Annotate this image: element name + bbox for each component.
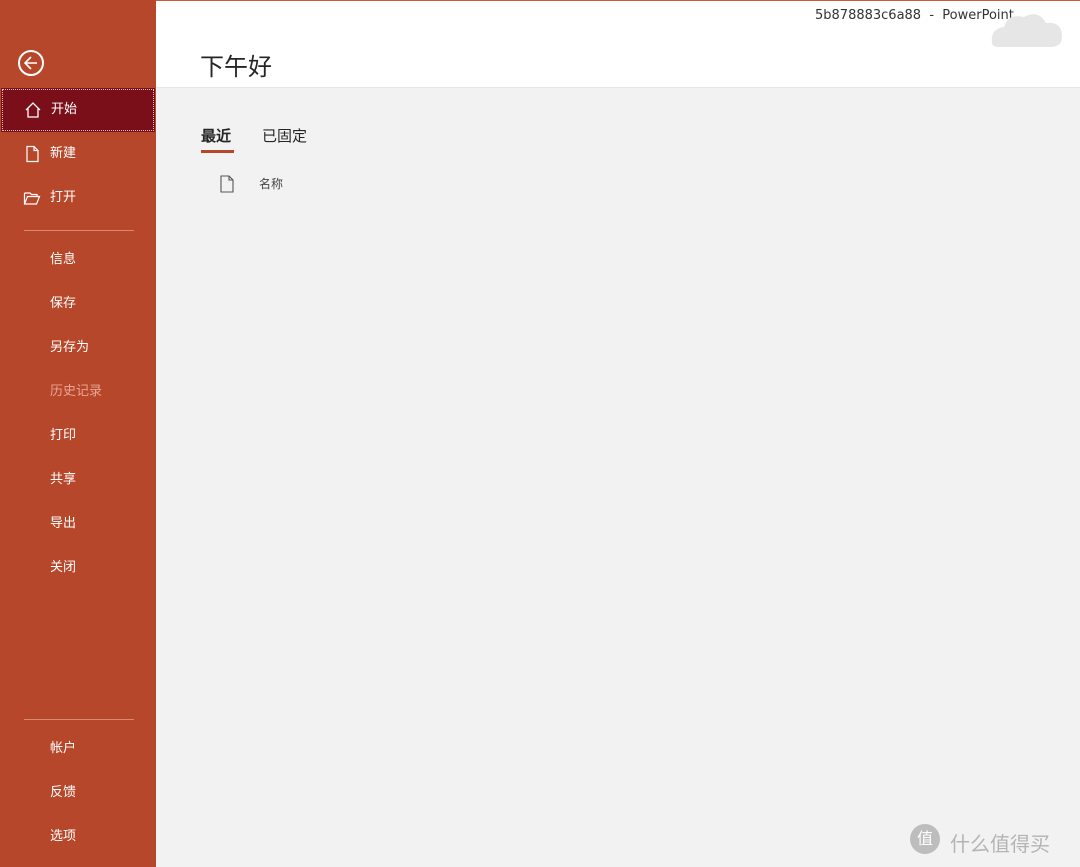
- sidebar-item-save[interactable]: 保存: [0, 282, 156, 326]
- sidebar-item-share[interactable]: 共享: [0, 458, 156, 502]
- sidebar-item-label: 另存为: [50, 340, 90, 355]
- back-arrow-icon: [24, 56, 37, 70]
- watermark: 值 什么值得买: [910, 824, 1070, 856]
- sidebar-item-new[interactable]: 新建: [0, 132, 156, 176]
- new-file-icon: [26, 145, 39, 163]
- sidebar-item-label: 共享: [50, 472, 77, 487]
- sidebar-item-label: 导出: [50, 516, 77, 531]
- sidebar-item-label: 打开: [50, 190, 77, 205]
- back-button[interactable]: [18, 50, 44, 76]
- sidebar-item-open[interactable]: 打开: [0, 176, 156, 220]
- sidebar-divider: [24, 230, 134, 231]
- backstage-sidebar: 开始 新建 打开 信息 保存 另存为 历史记录 打印 共享 导出 关闭 帐户 反…: [0, 0, 156, 867]
- sidebar-item-label: 信息: [50, 252, 77, 267]
- sidebar-item-label: 关闭: [50, 560, 77, 575]
- sidebar-item-account[interactable]: 帐户: [0, 727, 156, 771]
- watermark-logo: 值: [910, 824, 940, 854]
- sidebar-item-print[interactable]: 打印: [0, 414, 156, 458]
- sidebar-item-label: 开始: [51, 102, 78, 117]
- page-title: 下午好: [200, 53, 272, 81]
- header: 5b878883c6a88 - PowerPoint 下午好: [156, 0, 1080, 88]
- sidebar-item-feedback[interactable]: 反馈: [0, 771, 156, 815]
- sidebar-item-export[interactable]: 导出: [0, 502, 156, 546]
- tab-pinned[interactable]: 已固定: [262, 125, 307, 146]
- home-icon: [25, 102, 41, 118]
- sidebar-item-home[interactable]: 开始: [1, 88, 155, 132]
- sidebar-item-label: 选项: [50, 829, 77, 844]
- sidebar-item-info[interactable]: 信息: [0, 238, 156, 282]
- sidebar-item-label: 反馈: [50, 785, 77, 800]
- cloud-decoration-icon: [991, 14, 1062, 48]
- sidebar-item-close[interactable]: 关闭: [0, 546, 156, 590]
- sidebar-item-label: 帐户: [50, 741, 77, 756]
- tab-selected-indicator: [201, 150, 234, 153]
- watermark-text: 什么值得买: [950, 832, 1050, 856]
- folder-open-icon: [23, 192, 41, 205]
- sidebar-item-save-as[interactable]: 另存为: [0, 326, 156, 370]
- sidebar-item-options[interactable]: 选项: [0, 815, 156, 859]
- column-header-name[interactable]: 名称: [259, 175, 283, 192]
- document-icon: [220, 175, 234, 193]
- sidebar-divider: [24, 719, 134, 720]
- sidebar-item-history: 历史记录: [0, 370, 156, 414]
- tab-recent[interactable]: 最近: [201, 125, 231, 146]
- sidebar-item-label: 历史记录: [50, 384, 103, 399]
- sidebar-item-label: 保存: [50, 296, 77, 311]
- sidebar-item-label: 打印: [50, 428, 77, 443]
- sidebar-item-label: 新建: [50, 146, 77, 161]
